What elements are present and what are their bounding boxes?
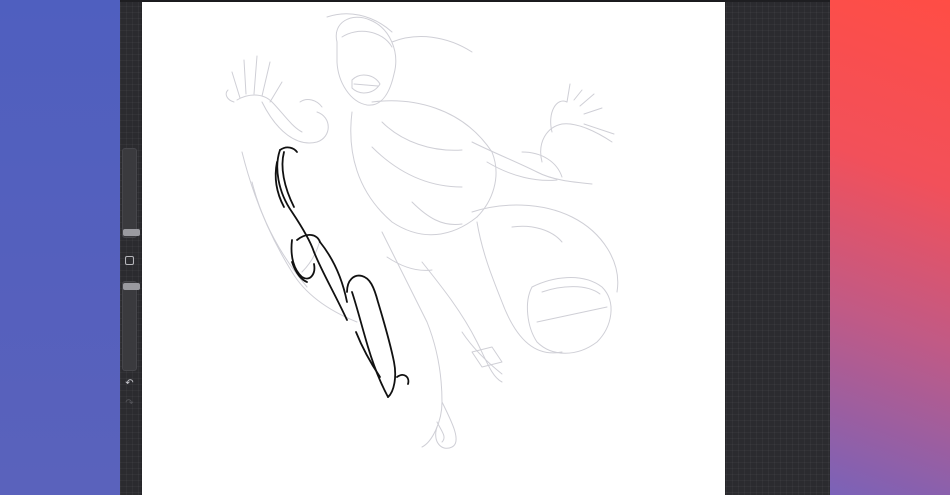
modify-button[interactable] <box>123 255 136 266</box>
brush-opacity-slider[interactable] <box>122 281 140 371</box>
screen: ↶ ↷ <box>0 0 950 495</box>
square-outline-icon <box>125 256 134 265</box>
desktop-background-right <box>830 0 950 495</box>
sketch-artwork <box>225 13 619 449</box>
drawing-canvas[interactable] <box>142 2 725 495</box>
undo-button[interactable]: ↶ <box>122 377 137 391</box>
redo-arrow-icon: ↷ <box>125 398 134 409</box>
brush-size-slider[interactable] <box>122 148 140 238</box>
brush-size-thumb[interactable] <box>123 229 140 236</box>
app-window: ↶ ↷ <box>120 0 830 495</box>
brush-opacity-thumb[interactable] <box>123 283 140 290</box>
light-sketch-lines <box>225 13 619 449</box>
ink-sketch-lines <box>274 146 410 398</box>
undo-arrow-icon: ↶ <box>125 378 134 389</box>
sidebar: ↶ ↷ <box>120 0 140 495</box>
redo-button[interactable]: ↷ <box>122 397 137 411</box>
desktop-background-left <box>0 0 120 495</box>
